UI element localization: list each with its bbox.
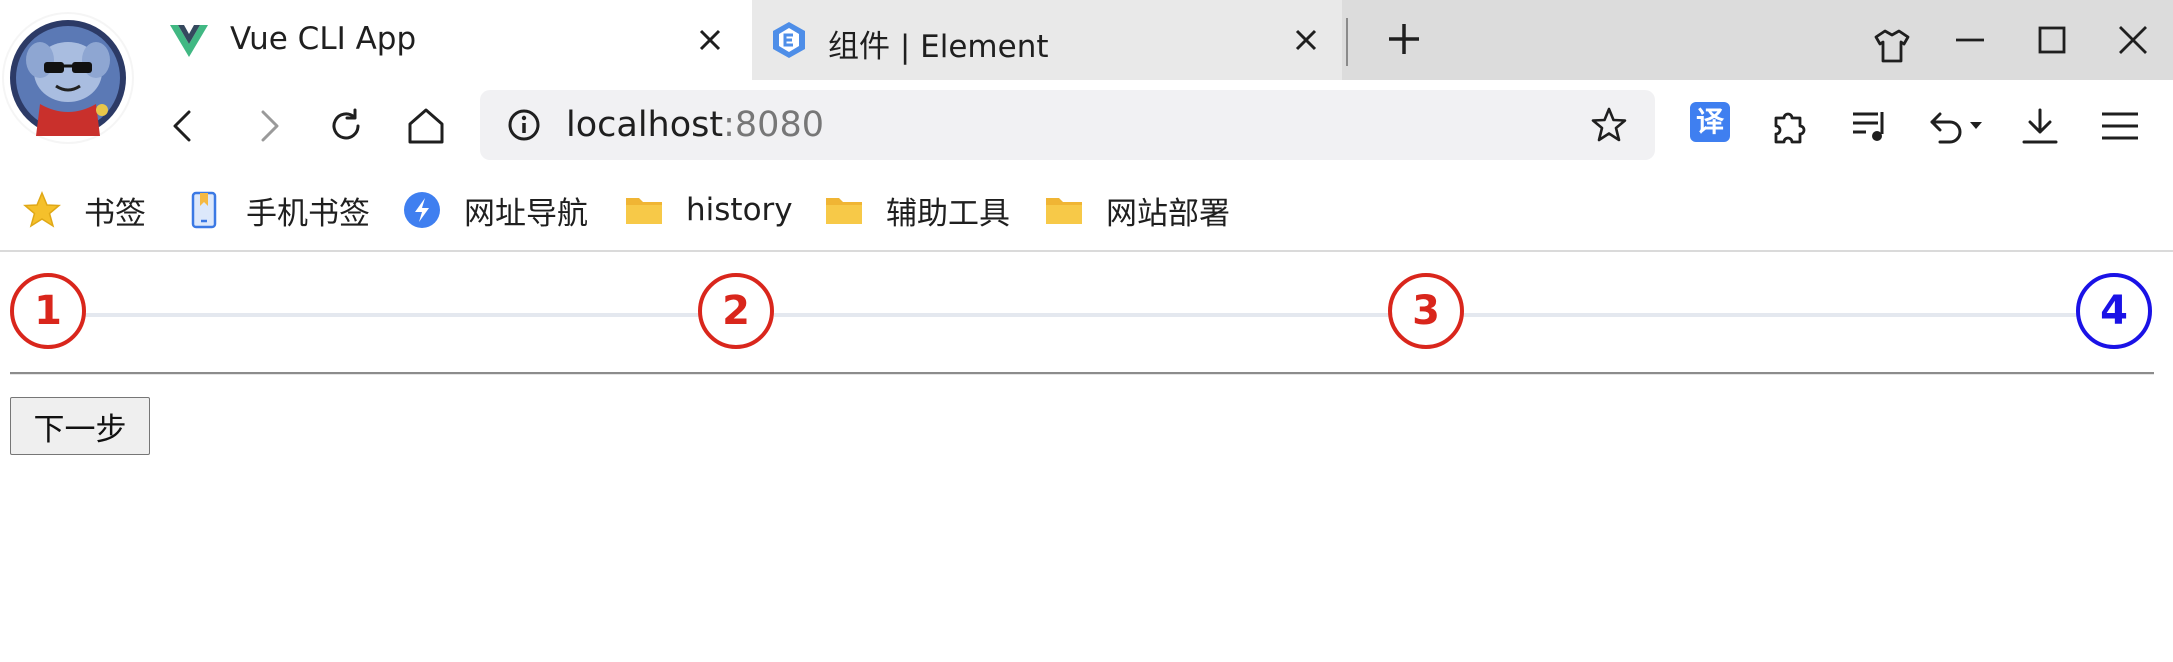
folder-icon: [826, 198, 862, 224]
step-connector: [84, 313, 704, 317]
step-connector: [1462, 313, 2080, 317]
maximize-icon[interactable]: [2032, 20, 2072, 60]
reload-icon[interactable]: [324, 104, 368, 148]
star-icon: [23, 191, 61, 228]
back-icon[interactable]: [162, 104, 206, 148]
element-logo-icon: [773, 22, 805, 58]
new-tab-icon[interactable]: [1385, 20, 1423, 58]
tab-element[interactable]: 组件 | Element: [752, 0, 1342, 80]
tab-title: Vue CLI App: [230, 21, 417, 57]
media-icon[interactable]: [1848, 104, 1892, 148]
bookmarks-bar: 书签 手机书签 网址导航 history 辅助工具 网站部署: [0, 172, 2173, 252]
bookmark-item[interactable]: 网站部署: [1044, 186, 1230, 234]
download-icon[interactable]: [2018, 104, 2062, 148]
avatar-image: [10, 20, 126, 136]
home-icon[interactable]: [404, 104, 448, 148]
browser-toolbar: localhost:8080 译: [0, 80, 2173, 172]
tab-separator: [1346, 18, 1348, 66]
steps-progress: 1 2 3 4: [0, 272, 2173, 362]
divider: [10, 372, 2154, 375]
url-port: :8080: [723, 105, 824, 145]
step-1: 1: [10, 273, 86, 349]
profile-avatar[interactable]: [4, 14, 132, 142]
step-2: 2: [698, 273, 774, 349]
folder-icon: [1046, 198, 1082, 224]
bookmark-item[interactable]: 辅助工具: [824, 186, 1010, 234]
close-tab-icon[interactable]: [1290, 24, 1322, 56]
url-text[interactable]: localhost:8080: [566, 105, 824, 145]
bookmark-item[interactable]: 手机书签: [184, 186, 370, 234]
address-bar[interactable]: localhost:8080: [480, 90, 1655, 160]
close-tab-icon[interactable]: [694, 24, 726, 56]
close-window-icon[interactable]: [2113, 20, 2153, 60]
bookmark-star-icon[interactable]: [1590, 106, 1628, 144]
phone-bookmark-icon: [191, 191, 217, 229]
step-4: 4: [2076, 273, 2152, 349]
folder-icon: [626, 198, 662, 224]
nav-logo-icon: [404, 192, 440, 228]
undo-icon[interactable]: [1926, 104, 1986, 148]
bookmark-item[interactable]: 书签: [22, 186, 146, 234]
menu-icon[interactable]: [2098, 104, 2142, 148]
forward-icon[interactable]: [246, 104, 290, 148]
step-connector: [774, 313, 1392, 317]
tab-strip: Vue CLI App 组件 | Element: [0, 0, 2173, 80]
extensions-icon[interactable]: [1768, 104, 1812, 148]
tab-title: 组件 | Element: [828, 29, 1049, 65]
bookmark-item[interactable]: history: [624, 186, 793, 234]
vue-logo-icon: [170, 25, 208, 57]
info-icon[interactable]: [506, 107, 542, 143]
minimize-icon[interactable]: [1950, 20, 1990, 60]
shirt-icon[interactable]: [1872, 26, 1912, 66]
bookmark-item[interactable]: 网址导航: [402, 186, 588, 234]
translate-icon[interactable]: 译: [1690, 102, 1730, 142]
next-step-button[interactable]: 下一步: [10, 397, 150, 455]
step-3: 3: [1388, 273, 1464, 349]
url-host: localhost: [566, 105, 724, 145]
